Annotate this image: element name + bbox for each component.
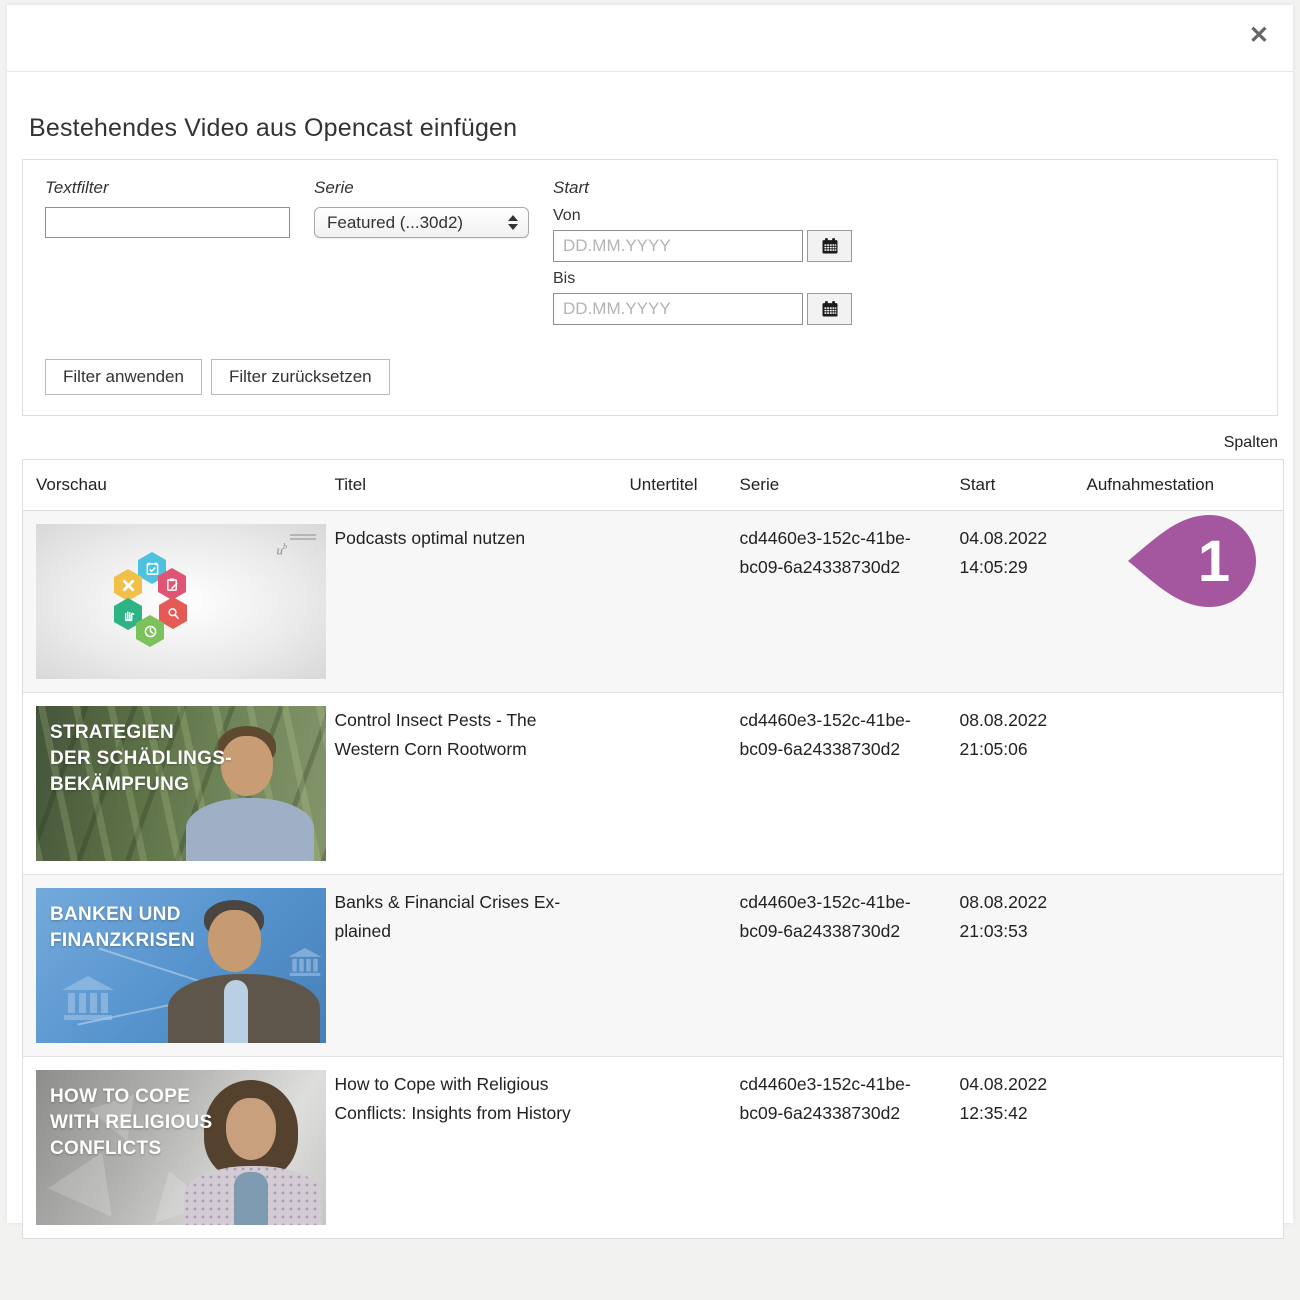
video-start-date: 08.08.2022 xyxy=(960,710,1048,730)
video-start-time: 12:35:42 xyxy=(960,1103,1028,1123)
video-title: Banks & Financial Crises Ex­plained xyxy=(335,888,590,946)
start-bis-input[interactable] xyxy=(553,293,803,325)
calendar-check-icon xyxy=(145,561,160,576)
video-serie: cd4460e3-152c-41be-bc09-6a24338730d2 xyxy=(740,524,925,582)
dialog-body: Bestehendes Video aus Opencast einfügen … xyxy=(7,72,1293,1239)
dialog-header: ✕ xyxy=(7,5,1293,72)
serie-group: Serie Featured (...30d2) xyxy=(314,178,529,333)
video-table: Vorschau Titel Untertitel Serie Start Au… xyxy=(22,459,1284,1239)
video-serie: cd4460e3-152c-41be-bc09-6a24338730d2 xyxy=(740,1070,925,1128)
header-serie[interactable]: Serie xyxy=(740,460,960,511)
columns-bar: Spalten xyxy=(22,434,1278,452)
header-aufnahmestation[interactable]: Aufnahmestation xyxy=(1087,460,1284,511)
hand-icon xyxy=(121,607,136,622)
table-header-row: Vorschau Titel Untertitel Serie Start Au… xyxy=(23,460,1284,511)
university-logo: ub xyxy=(277,532,317,564)
serie-label: Serie xyxy=(314,178,529,198)
page-title: Bestehendes Video aus Opencast einfügen xyxy=(29,114,1278,143)
bank-icon xyxy=(288,948,322,976)
columns-button[interactable]: Spalten xyxy=(1224,434,1278,451)
video-title: How to Cope with Religious Conflicts: In… xyxy=(335,1070,590,1128)
bis-calendar-button[interactable] xyxy=(807,293,852,325)
video-start-date: 04.08.2022 xyxy=(960,528,1048,548)
hexagon-x xyxy=(114,569,142,601)
start-von-input[interactable] xyxy=(553,230,803,262)
header-vorschau[interactable]: Vorschau xyxy=(23,460,335,511)
von-label: Von xyxy=(553,207,852,225)
thumbnail-caption: BANKEN UND FINANZKRISEN xyxy=(50,902,195,954)
annotation-marker-1: 1 xyxy=(1126,512,1258,610)
von-calendar-button[interactable] xyxy=(807,230,852,262)
header-titel[interactable]: Titel xyxy=(335,460,630,511)
thumbnail-caption: STRATEGIEN DER SCHÄDLINGS- BEKÄMPFUNG xyxy=(50,720,232,798)
clock-icon xyxy=(143,624,158,639)
select-arrows-icon xyxy=(508,215,518,230)
textfilter-input[interactable] xyxy=(45,207,290,238)
video-title: Control Insect Pests - The Western Corn … xyxy=(335,706,590,764)
opencast-dialog: ✕ Bestehendes Video aus Opencast einfüge… xyxy=(7,5,1293,1223)
x-icon xyxy=(121,578,136,593)
video-thumbnail-banks[interactable]: BANKEN UND FINANZKRISEN xyxy=(36,888,326,1043)
filter-panel: Textfilter Serie Featured (...30d2) Star… xyxy=(22,159,1278,416)
calendar-icon xyxy=(820,236,840,256)
close-icon[interactable]: ✕ xyxy=(1249,24,1269,48)
video-start-date: 08.08.2022 xyxy=(960,892,1048,912)
marker-number: 1 xyxy=(1198,529,1230,594)
header-start[interactable]: Start xyxy=(960,460,1087,511)
apply-filter-button[interactable]: Filter anwenden xyxy=(45,359,202,395)
video-title: Podcasts optimal nutzen xyxy=(335,524,590,553)
magnifier-icon xyxy=(166,606,181,621)
header-untertitel[interactable]: Untertitel xyxy=(630,460,740,511)
video-thumbnail-corn[interactable]: STRATEGIEN DER SCHÄDLINGS- BEKÄMPFUNG xyxy=(36,706,326,861)
calendar-icon xyxy=(820,299,840,319)
table-row[interactable]: ub xyxy=(23,511,1284,693)
video-thumbnail-hexagons[interactable]: ub xyxy=(36,524,326,679)
bis-label: Bis xyxy=(553,270,852,288)
video-serie: cd4460e3-152c-41be-bc09-6a24338730d2 xyxy=(740,888,925,946)
video-thumbnail-conflicts[interactable]: HOW TO COPE WITH RELIGIOUS CONFLICTS xyxy=(36,1070,326,1225)
table-row[interactable]: BANKEN UND FINANZKRISEN Banks & Financia… xyxy=(23,875,1284,1057)
video-start-date: 04.08.2022 xyxy=(960,1074,1048,1094)
video-start-time: 21:03:53 xyxy=(960,921,1028,941)
textfilter-label: Textfilter xyxy=(45,178,290,198)
start-label: Start xyxy=(553,178,852,198)
serie-select[interactable]: Featured (...30d2) xyxy=(314,207,529,238)
video-start-time: 14:05:29 xyxy=(960,557,1028,577)
bank-icon xyxy=(62,976,114,1020)
video-serie: cd4460e3-152c-41be-bc09-6a24338730d2 xyxy=(740,706,925,764)
marker-teardrop-shape xyxy=(1128,515,1256,607)
clipboard-pencil-icon xyxy=(165,577,180,592)
reset-filter-button[interactable]: Filter zurücksetzen xyxy=(211,359,390,395)
video-start-time: 21:05:06 xyxy=(960,739,1028,759)
serie-select-value: Featured (...30d2) xyxy=(327,213,463,233)
thumbnail-caption: HOW TO COPE WITH RELIGIOUS CONFLICTS xyxy=(50,1084,213,1162)
table-row[interactable]: STRATEGIEN DER SCHÄDLINGS- BEKÄMPFUNG Co… xyxy=(23,693,1284,875)
table-row[interactable]: HOW TO COPE WITH RELIGIOUS CONFLICTS How… xyxy=(23,1057,1284,1239)
textfilter-group: Textfilter xyxy=(45,178,290,333)
start-group: Start Von xyxy=(553,178,852,333)
